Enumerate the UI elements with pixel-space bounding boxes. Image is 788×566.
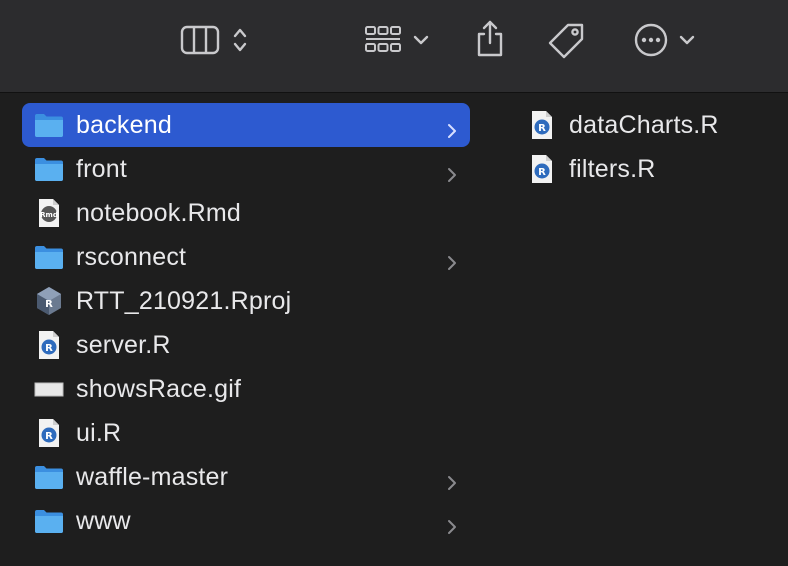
list-item-folder[interactable]: front — [22, 147, 470, 191]
list-item-folder[interactable]: rsconnect — [22, 235, 470, 279]
chevron-up-down-icon — [232, 26, 248, 54]
item-label: notebook.Rmd — [76, 198, 241, 227]
tags-button[interactable] — [544, 20, 588, 62]
item-label: rsconnect — [76, 242, 187, 271]
item-label: filters.R — [569, 154, 656, 183]
column-2: R dataCharts.R R filters.R — [515, 103, 775, 191]
svg-text:R: R — [45, 431, 53, 442]
column-1: backend front Rmd notebook.Rmd rsconnect… — [22, 103, 470, 543]
list-item-file[interactable]: R dataCharts.R — [515, 103, 775, 147]
item-label: showsRace.gif — [76, 374, 242, 403]
item-label: backend — [76, 110, 172, 139]
columns-icon — [180, 25, 220, 55]
list-item-file[interactable]: R RTT_210921.Rproj — [22, 279, 470, 323]
svg-text:R: R — [45, 343, 53, 354]
svg-text:R: R — [538, 167, 546, 178]
list-item-file[interactable]: R filters.R — [515, 147, 775, 191]
r-file-icon: R — [34, 330, 64, 360]
chevron-down-icon — [413, 34, 429, 46]
list-item-file[interactable]: R ui.R — [22, 411, 470, 455]
chevron-right-icon — [446, 513, 458, 534]
list-item-folder[interactable]: www — [22, 499, 470, 543]
folder-icon — [34, 154, 64, 184]
svg-text:Rmd: Rmd — [40, 211, 58, 219]
gif-file-icon — [34, 374, 64, 404]
folder-icon — [34, 110, 64, 140]
item-label: server.R — [76, 330, 171, 359]
item-label: RTT_210921.Rproj — [76, 286, 292, 315]
list-item-folder[interactable]: backend — [22, 103, 470, 147]
item-label: ui.R — [76, 418, 122, 447]
tag-icon — [546, 21, 586, 61]
r-file-icon: R — [527, 154, 557, 184]
grid-group-icon — [363, 24, 403, 56]
more-actions-button[interactable] — [628, 20, 700, 60]
share-button[interactable] — [470, 18, 510, 60]
list-item-file[interactable]: showsRace.gif — [22, 367, 470, 411]
item-label: dataCharts.R — [569, 110, 719, 139]
ellipsis-circle-icon — [633, 22, 669, 58]
folder-icon — [34, 242, 64, 272]
column-browser: backend front Rmd notebook.Rmd rsconnect… — [0, 93, 788, 566]
r-file-icon: R — [527, 110, 557, 140]
svg-text:R: R — [45, 299, 53, 310]
finder-window: backend front Rmd notebook.Rmd rsconnect… — [0, 0, 788, 566]
chevron-right-icon — [446, 469, 458, 490]
list-item-folder[interactable]: waffle-master — [22, 455, 470, 499]
group-button[interactable] — [358, 20, 434, 60]
view-options-button[interactable] — [174, 20, 254, 60]
chevron-right-icon — [446, 161, 458, 182]
folder-icon — [34, 506, 64, 536]
rproj-file-icon: R — [34, 286, 64, 316]
chevron-right-icon — [446, 249, 458, 270]
list-item-file[interactable]: R server.R — [22, 323, 470, 367]
item-label: front — [76, 154, 128, 183]
toolbar — [0, 0, 788, 93]
item-label: waffle-master — [76, 462, 229, 491]
chevron-right-icon — [446, 117, 458, 138]
folder-icon — [34, 462, 64, 492]
chevron-down-icon — [679, 34, 695, 46]
list-item-file[interactable]: Rmd notebook.Rmd — [22, 191, 470, 235]
item-label: www — [76, 506, 131, 535]
svg-text:R: R — [538, 123, 546, 134]
share-icon — [473, 19, 507, 59]
r-file-icon: R — [34, 418, 64, 448]
rmd-file-icon: Rmd — [34, 198, 64, 228]
